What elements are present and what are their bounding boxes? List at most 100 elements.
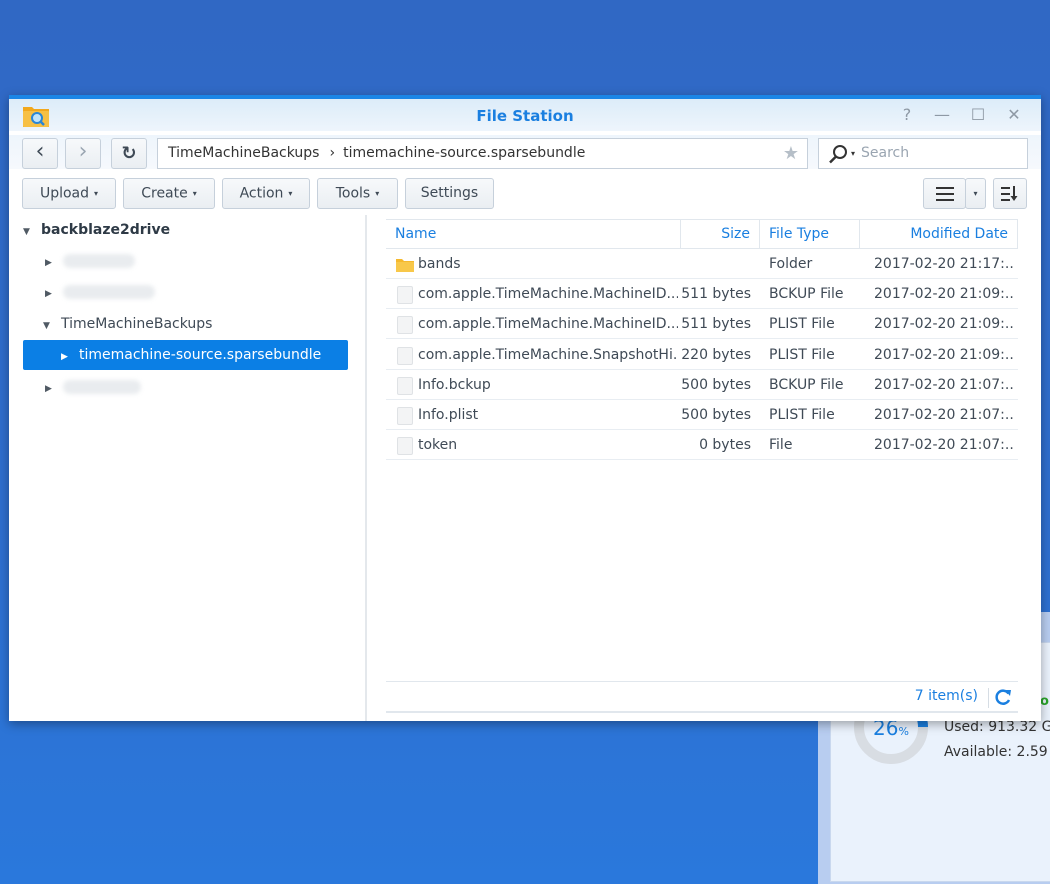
window-title: File Station xyxy=(476,107,574,125)
file-type: BCKUP File xyxy=(769,376,844,393)
file-modified-date: 2017-02-20 21:17:... xyxy=(874,256,1014,272)
favorite-star-icon[interactable]: ★ xyxy=(783,139,799,168)
sort-icon xyxy=(1001,186,1018,201)
refresh-button[interactable]: ↻ xyxy=(111,138,147,169)
settings-button[interactable]: Settings xyxy=(405,178,494,209)
file-row[interactable]: com.apple.TimeMachine.SnapshotHi... 220 … xyxy=(386,340,1018,370)
file-name: com.apple.TimeMachine.MachineID.... xyxy=(418,286,678,303)
file-modified-date: 2017-02-20 21:09:... xyxy=(874,286,1014,303)
file-type: BCKUP File xyxy=(769,286,844,303)
search-input[interactable]: ▾ Search xyxy=(818,138,1028,169)
file-type: PLIST File xyxy=(769,407,835,423)
file-modified-date: 2017-02-20 21:07:... xyxy=(874,437,1014,454)
caret-down-icon: ▾ xyxy=(288,189,293,198)
file-row[interactable]: com.apple.TimeMachine.MachineID.... 511 … xyxy=(386,309,1018,340)
tree-item-timemachinebackups[interactable]: ▼ TimeMachineBackups xyxy=(43,309,212,339)
file-modified-date: 2017-02-20 21:09:... xyxy=(874,316,1014,333)
list-header: Name Size File Type Modified Date xyxy=(386,219,1018,249)
back-button[interactable]: ‹ xyxy=(22,138,58,169)
collapsed-arrow-icon[interactable]: ▶ xyxy=(61,342,79,372)
tree-item-redacted[interactable]: ▶ xyxy=(45,246,135,276)
file-name: com.apple.TimeMachine.SnapshotHi... xyxy=(418,346,678,363)
column-header-size[interactable]: Size xyxy=(681,220,760,249)
file-size: 0 bytes xyxy=(699,437,751,454)
tree-root-backblaze2drive[interactable]: ▼ backblaze2drive xyxy=(23,215,170,245)
path-bar[interactable]: TimeMachineBackups › timemachine-source.sp… xyxy=(157,138,808,169)
help-icon: ? xyxy=(902,105,912,124)
folder-tree: ▼ backblaze2drive ▶ ▶ ▼ TimeMachineBackups… xyxy=(9,215,367,721)
file-modified-date: 2017-02-20 21:07:... xyxy=(874,407,1014,423)
file-row[interactable]: Info.bckup 500 bytes BCKUP File 2017-02-… xyxy=(386,370,1018,400)
file-size: 511 bytes xyxy=(681,286,751,303)
column-header-file-type[interactable]: File Type xyxy=(760,220,860,249)
storage-available: Available: 2.59 xyxy=(944,744,1048,760)
redacted-label xyxy=(63,380,141,394)
maximize-button[interactable]: ☐ xyxy=(968,105,988,125)
tree-item-redacted[interactable]: ▶ xyxy=(45,372,141,402)
search-options-caret-icon[interactable]: ▾ xyxy=(851,139,855,168)
title-bar[interactable]: File Station ? — ☐ ✕ xyxy=(9,99,1041,131)
caret-down-icon: ▾ xyxy=(973,189,978,198)
storage-status: o xyxy=(1040,694,1049,709)
file-row[interactable]: Info.plist 500 bytes PLIST File 2017-02-… xyxy=(386,400,1018,430)
help-button[interactable]: ? xyxy=(897,105,917,125)
forward-button[interactable]: › xyxy=(65,138,101,169)
file-name: token xyxy=(418,437,458,454)
redacted-label xyxy=(63,254,135,268)
file-name: bands xyxy=(418,256,461,272)
breadcrumb-separator-icon: › xyxy=(329,145,336,161)
view-mode-dropdown[interactable]: ▾ xyxy=(965,178,986,209)
maximize-icon: ☐ xyxy=(970,105,986,124)
file-icon xyxy=(397,437,413,456)
settings-label: Settings xyxy=(420,185,479,201)
view-mode-button[interactable] xyxy=(923,178,966,209)
action-button[interactable]: Action ▾ xyxy=(222,178,310,209)
refresh-icon[interactable] xyxy=(994,687,1012,707)
tools-button[interactable]: Tools ▾ xyxy=(317,178,398,209)
file-station-window: File Station ? — ☐ ✕ ‹ › ↻ TimeMachineBa… xyxy=(9,95,1041,721)
breadcrumb-item[interactable]: TimeMachineBackups xyxy=(168,145,319,161)
file-row[interactable]: com.apple.TimeMachine.MachineID.... 511 … xyxy=(386,279,1018,310)
file-name: com.apple.TimeMachine.MachineID.... xyxy=(418,316,678,333)
caret-down-icon: ▾ xyxy=(192,189,197,198)
minimize-button[interactable]: — xyxy=(932,105,952,125)
file-name: Info.plist xyxy=(418,407,479,423)
tree-item-redacted[interactable]: ▶ xyxy=(45,277,155,307)
action-label: Action xyxy=(239,185,284,202)
file-icon xyxy=(397,286,413,305)
file-modified-date: 2017-02-20 21:09:... xyxy=(874,346,1014,363)
column-header-modified-date[interactable]: Modified Date xyxy=(860,220,1018,249)
collapsed-arrow-icon[interactable]: ▶ xyxy=(45,279,63,309)
expanded-arrow-icon[interactable]: ▼ xyxy=(23,217,41,247)
chevron-left-icon: ‹ xyxy=(35,139,45,164)
minimize-icon: — xyxy=(934,105,950,124)
collapsed-arrow-icon[interactable]: ▶ xyxy=(45,248,63,278)
breadcrumb-item-current[interactable]: timemachine-source.sparsebundle xyxy=(343,145,585,161)
file-type: Folder xyxy=(769,256,813,272)
file-icon xyxy=(397,316,413,335)
tree-root-label: backblaze2drive xyxy=(41,222,171,238)
file-size: 220 bytes xyxy=(681,346,751,363)
sort-button[interactable] xyxy=(993,178,1027,209)
upload-label: Upload xyxy=(39,185,90,202)
collapsed-arrow-icon[interactable]: ▶ xyxy=(45,374,63,404)
file-size: 511 bytes xyxy=(681,316,751,333)
folder-icon xyxy=(396,259,414,272)
column-header-name[interactable]: Name xyxy=(386,220,681,249)
file-row[interactable]: token 0 bytes File 2017-02-20 21:07:... xyxy=(386,430,1018,461)
create-label: Create xyxy=(141,185,188,202)
search-icon[interactable] xyxy=(827,143,849,165)
upload-button[interactable]: Upload ▾ xyxy=(22,178,116,209)
close-button[interactable]: ✕ xyxy=(1004,105,1024,125)
redacted-label xyxy=(63,285,155,299)
tree-item-sparsebundle-selected[interactable]: ▶ timemachine-source.sparsebundle xyxy=(23,340,348,370)
create-button[interactable]: Create ▾ xyxy=(123,178,215,209)
item-count: 7 item(s) xyxy=(914,688,978,704)
list-view-icon xyxy=(935,187,954,201)
toolbar: Upload ▾ Create ▾ Action ▾ Tools ▾ Settings … xyxy=(9,175,1041,211)
list-footer: 7 item(s) xyxy=(386,681,1018,713)
expanded-arrow-icon[interactable]: ▼ xyxy=(43,311,61,341)
tools-label: Tools xyxy=(335,185,371,202)
file-size: 500 bytes xyxy=(681,407,751,423)
file-row[interactable]: bands Folder 2017-02-20 21:17:... xyxy=(386,249,1018,279)
